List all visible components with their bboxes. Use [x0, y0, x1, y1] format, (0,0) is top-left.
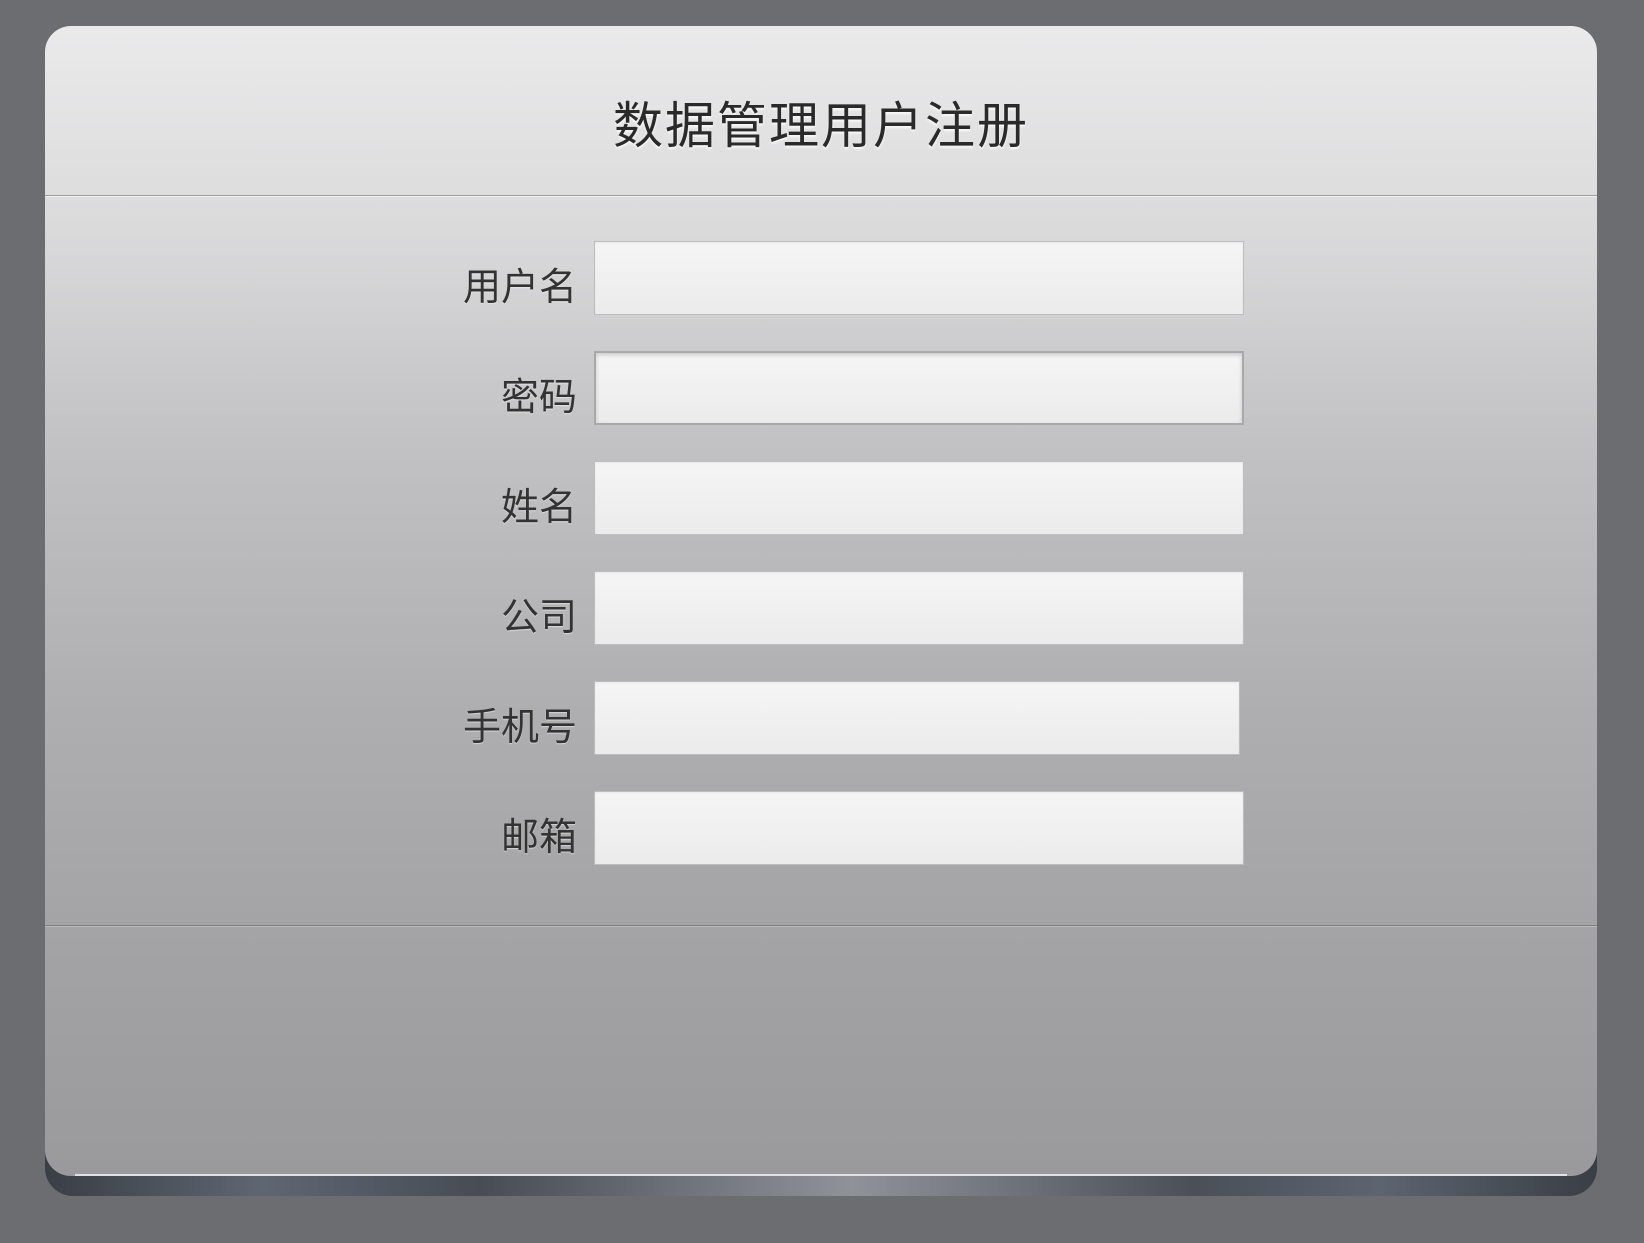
panel-header: 数据管理用户注册	[45, 26, 1597, 196]
phone-label: 手机号	[462, 705, 577, 749]
username-input[interactable]	[594, 241, 1244, 315]
registration-panel: 数据管理用户注册 用户名 密码 姓名 公司 手机号 邮箱	[45, 26, 1597, 1176]
page-title: 数据管理用户注册	[613, 97, 1029, 155]
username-row: 用户名	[45, 241, 1597, 315]
password-label: 密码	[500, 375, 577, 419]
name-row: 姓名	[45, 461, 1597, 535]
name-label: 姓名	[500, 485, 577, 529]
email-label: 邮箱	[500, 815, 577, 859]
password-row: 密码	[45, 351, 1597, 425]
phone-row: 手机号	[45, 681, 1597, 755]
phone-input[interactable]	[594, 681, 1240, 755]
password-input[interactable]	[594, 351, 1244, 425]
company-row: 公司	[45, 571, 1597, 645]
panel-bottom-edge	[75, 1174, 1567, 1176]
email-input[interactable]	[594, 791, 1244, 865]
username-label: 用户名	[462, 265, 577, 309]
email-row: 邮箱	[45, 791, 1597, 865]
footer-divider	[45, 925, 1597, 926]
company-input[interactable]	[594, 571, 1244, 645]
name-input[interactable]	[594, 461, 1244, 535]
company-label: 公司	[500, 595, 577, 639]
